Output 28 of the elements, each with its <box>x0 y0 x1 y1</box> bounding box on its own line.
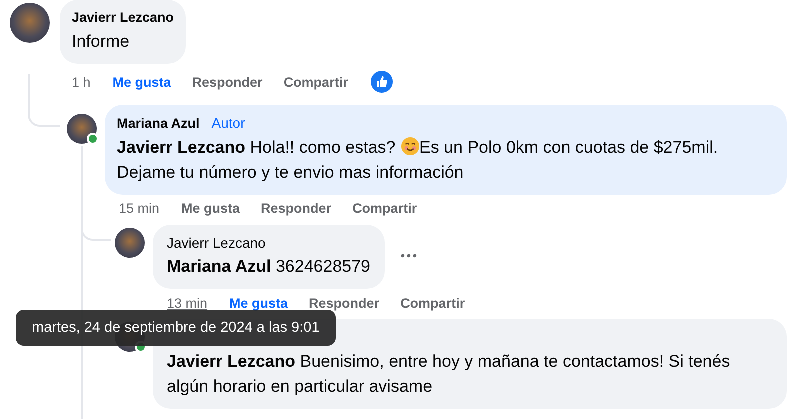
date-tooltip: martes, 24 de septiembre de 2024 a las 9:01 <box>16 310 336 346</box>
author-role-label: Autor <box>212 114 246 132</box>
timestamp-link[interactable]: 1 h <box>72 74 91 90</box>
author-name[interactable]: Javierr Lezcano <box>72 9 174 27</box>
share-link[interactable]: Compartir <box>400 296 466 310</box>
author-name[interactable]: Mariana Azul <box>117 115 200 133</box>
smiling-face-icon <box>400 137 420 156</box>
reply-link[interactable]: Responder <box>261 200 332 216</box>
like-link[interactable]: Me gusta <box>182 200 240 216</box>
reply-link[interactable]: Responder <box>192 74 263 90</box>
comment-text: Mariana Azul 3624628579 <box>167 256 371 278</box>
avatar-photo[interactable] <box>115 228 145 258</box>
comment-text: Javierr Lezcano Hola!! como estas? Es un Polo 0km con cuotas de $275mil. Dejame tu número y te envio mas información <box>117 136 720 184</box>
author-name[interactable]: Javierr Lezcano <box>167 234 266 252</box>
like-reaction-icon[interactable] <box>371 71 394 93</box>
share-link[interactable]: Compartir <box>352 200 418 216</box>
timestamp-link[interactable]: 15 min <box>119 200 160 216</box>
avatar-photo[interactable] <box>10 3 50 43</box>
thread-connector <box>28 110 60 127</box>
comment-text: Javierr Lezcano Buenisimo, entre hoy y mañana te contactamos! Si tenés algún horario en particular avisame <box>167 351 732 398</box>
like-link[interactable]: Me gusta <box>230 296 288 310</box>
avatar-photo[interactable] <box>67 114 97 144</box>
comment-text: Informe <box>72 31 131 53</box>
reply-link[interactable]: Responder <box>309 296 380 310</box>
share-link[interactable]: Compartir <box>284 74 348 90</box>
timestamp-link[interactable]: 13 min <box>167 296 208 310</box>
like-link[interactable]: Me gusta <box>112 74 172 90</box>
more-options-icon[interactable] <box>400 254 417 258</box>
